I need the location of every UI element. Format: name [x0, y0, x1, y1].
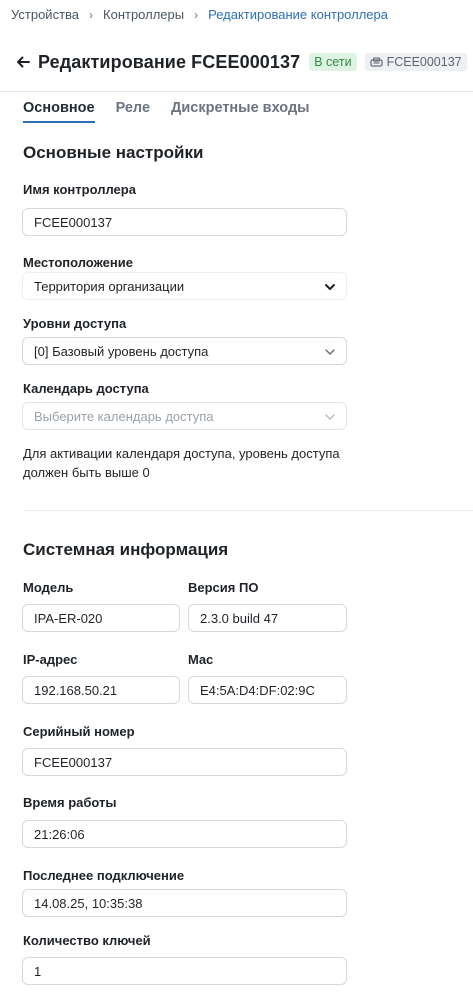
serial-badge: FCEE000137	[364, 53, 467, 71]
ip-label: IP-адрес	[23, 652, 78, 667]
controller-name-value: FCEE000137	[34, 214, 113, 230]
ip-value: 192.168.50.21	[34, 682, 118, 698]
chevron-right-icon: ›	[194, 7, 199, 22]
uptime-label: Время работы	[23, 795, 117, 810]
keys-count-field[interactable]: 1	[22, 957, 347, 985]
access-level-label: Уровни доступа	[23, 316, 127, 331]
firmware-label: Версия ПО	[188, 580, 259, 595]
chevron-down-icon	[325, 349, 335, 355]
serial-field[interactable]: FCEE000137	[22, 748, 347, 776]
tabs: Основное Реле Дискретные входы	[23, 100, 331, 123]
location-value: Территория организации	[34, 278, 185, 294]
firmware-value: 2.3.0 build 47	[200, 610, 279, 626]
ip-field[interactable]: 192.168.50.21	[22, 676, 180, 704]
model-field[interactable]: IPA-ER-020	[22, 604, 180, 632]
calendar-label: Календарь доступа	[23, 381, 149, 396]
breadcrumb-controllers[interactable]: Контроллеры	[103, 7, 184, 22]
serial-value: FCEE000137	[34, 754, 113, 770]
keys-count-value: 1	[34, 963, 42, 979]
section-title-basic: Основные настройки	[23, 143, 204, 162]
device-icon	[369, 56, 383, 67]
page-header: Редактирование FCEE000137 В сети FCEE000…	[16, 50, 467, 74]
firmware-field[interactable]: 2.3.0 build 47	[188, 604, 347, 632]
access-level-value: [0] Базовый уровень доступа	[34, 343, 209, 359]
uptime-value: 21:26:06	[34, 826, 85, 842]
tab-discrete-inputs[interactable]: Дискретные входы	[171, 100, 310, 123]
controller-name-label: Имя контроллера	[23, 182, 136, 197]
tab-relay[interactable]: Реле	[116, 100, 150, 123]
mac-value: E4:5A:D4:DF:02:9C	[200, 682, 315, 698]
keys-count-label: Количество ключей	[23, 933, 151, 948]
last-connection-label: Последнее подключение	[23, 868, 185, 883]
section-divider	[23, 510, 473, 511]
calendar-select: Выберите календарь доступа	[22, 402, 347, 430]
chevron-down-icon	[325, 414, 335, 420]
serial-badge-text: FCEE000137	[386, 55, 462, 69]
calendar-hint: Для активации календаря доступа, уровень…	[23, 446, 340, 480]
status-badge: В сети	[309, 53, 357, 71]
location-label: Местоположение	[23, 255, 133, 270]
location-select[interactable]: Территория организации	[22, 272, 347, 300]
breadcrumb: Устройства › Контроллеры › Редактировани…	[11, 7, 388, 22]
calendar-placeholder: Выберите календарь доступа	[34, 408, 214, 424]
model-value: IPA-ER-020	[34, 610, 103, 626]
serial-label: Серийный номер	[23, 724, 135, 739]
chevron-down-icon	[325, 284, 335, 290]
mac-field[interactable]: E4:5A:D4:DF:02:9C	[188, 676, 347, 704]
back-arrow-icon[interactable]	[16, 50, 30, 74]
tab-basic[interactable]: Основное	[23, 100, 95, 123]
last-connection-value: 14.08.25, 10:35:38	[34, 895, 143, 911]
mac-label: Mac	[188, 652, 214, 667]
breadcrumb-devices[interactable]: Устройства	[11, 7, 79, 22]
header-divider	[0, 91, 473, 92]
uptime-field[interactable]: 21:26:06	[22, 820, 347, 848]
access-level-select[interactable]: [0] Базовый уровень доступа	[22, 337, 347, 365]
page-title: Редактирование FCEE000137	[38, 51, 301, 72]
section-title-system: Системная информация	[23, 540, 229, 559]
model-label: Модель	[23, 580, 74, 595]
controller-name-input[interactable]: FCEE000137	[22, 208, 347, 236]
breadcrumb-current: Редактирование контроллера	[208, 7, 388, 22]
last-connection-field[interactable]: 14.08.25, 10:35:38	[22, 889, 347, 917]
chevron-right-icon: ›	[89, 7, 94, 22]
